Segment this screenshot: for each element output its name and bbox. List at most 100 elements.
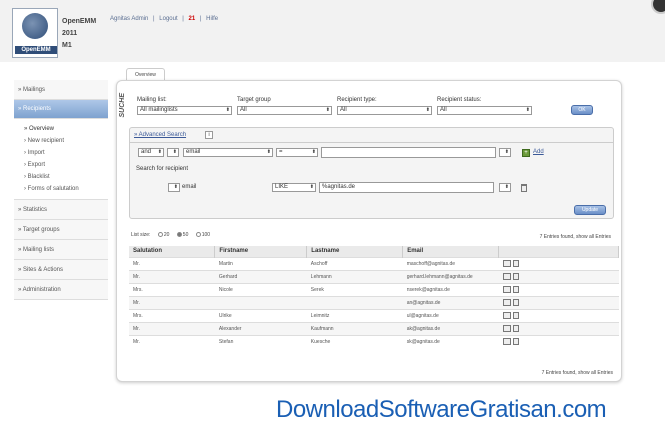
table-row[interactable]: Mr. Gerhard Lehmann gerhard.lehmann@agni…: [129, 269, 619, 283]
help-icon[interactable]: i: [205, 131, 213, 139]
recipient-status-label: Recipient status:: [437, 97, 482, 103]
sidebar-item-target-groups[interactable]: » Target groups: [14, 220, 108, 240]
user-link[interactable]: Agnitas Admin: [110, 16, 148, 22]
edit-icon[interactable]: [502, 312, 511, 319]
edit-icon[interactable]: [502, 286, 511, 293]
list-size-radio-50[interactable]: [176, 232, 182, 238]
subitem-forms-of-salutation[interactable]: › Forms of salutation: [14, 183, 108, 195]
delete-icon[interactable]: [512, 325, 519, 332]
table-row[interactable]: Mr. Stefan Kuesche sk@agnitas.de: [129, 334, 619, 348]
table-row[interactable]: Mrs. Nicole Serek nserek@agnitas.de: [129, 282, 619, 296]
edit-icon[interactable]: [502, 260, 511, 267]
delete-icon[interactable]: [512, 312, 519, 319]
cell-salutation: Mrs.: [129, 282, 215, 296]
sidebar-item-administration[interactable]: » Administration: [14, 280, 108, 300]
edit-icon[interactable]: [502, 338, 511, 346]
target-group-select[interactable]: All ⬍: [237, 106, 332, 115]
recipient-status-select[interactable]: All ⬍: [437, 106, 532, 115]
recipients-submenu: » Overview › New recipient › Import › Ex…: [14, 119, 108, 200]
cell-actions: [498, 282, 619, 296]
edit-icon[interactable]: [502, 273, 511, 280]
sidebar-item-recipients[interactable]: » Recipients: [14, 100, 108, 119]
chevron-down-icon: ⬍: [504, 184, 509, 190]
subitem-blacklist[interactable]: › Blacklist: [14, 171, 108, 183]
edit-icon[interactable]: [502, 325, 511, 332]
recipient-type-select[interactable]: All ⬍: [337, 106, 432, 115]
delete-icon[interactable]: [512, 338, 519, 346]
openemm-logo[interactable]: OpenEMM: [12, 8, 58, 58]
separator: |: [182, 16, 184, 22]
entries-summary-bottom[interactable]: 7 Entries found, show all Entries: [542, 370, 613, 376]
cell-salutation: Mr.: [129, 321, 215, 335]
cell-firstname: Martin: [214, 256, 307, 270]
list-size-radio-20[interactable]: [157, 232, 163, 238]
cell-lastname: Serek: [306, 282, 403, 296]
mailing-list-select[interactable]: All mailinglists ⬍: [137, 106, 232, 115]
cell-email: nserek@agnitas.de: [402, 282, 499, 296]
recipients-table: Salutation Firstname Lastname Email Mr. …: [129, 246, 619, 348]
sidebar-item-statistics[interactable]: » Statistics: [14, 200, 108, 220]
table-row[interactable]: Mr. Martin Aschoff maschoff@agnitas.de: [129, 256, 619, 270]
edit-icon[interactable]: [502, 299, 511, 306]
cell-actions: [498, 321, 619, 335]
cell-lastname: Leimnitz: [306, 308, 403, 322]
cell-firstname: Nicole: [214, 282, 307, 296]
chevron-down-icon: ⬍: [157, 149, 162, 155]
table-row[interactable]: Mr. Alexander Kaufmann ak@agnitas.de: [129, 321, 619, 335]
criteria-input[interactable]: [321, 147, 496, 158]
app-name-line2: 2011: [62, 30, 78, 37]
main-panel: SUCHE Mailing list: All mailinglists ⬍ T…: [116, 80, 622, 382]
column-firstname[interactable]: Firstname: [214, 246, 308, 257]
add-icon[interactable]: +: [522, 149, 530, 157]
delete-icon[interactable]: [512, 299, 519, 306]
table-row[interactable]: Mrs. Ulrike Leimnitz ul@agnitas.de: [129, 308, 619, 322]
cell-lastname: Aschoff: [306, 256, 403, 270]
closing-bracket-select[interactable]: ⬍: [499, 148, 511, 157]
app-name: OpenEMM 2011 M1: [62, 16, 96, 52]
column-lastname[interactable]: Lastname: [306, 246, 404, 257]
subitem-new-recipient[interactable]: › New recipient: [14, 135, 108, 147]
bracket-select[interactable]: ⬍: [167, 148, 179, 157]
delete-icon[interactable]: [512, 273, 519, 280]
list-size-radio-100[interactable]: [195, 232, 201, 238]
update-button[interactable]: Update: [574, 205, 606, 215]
field-select[interactable]: email ⬍: [183, 148, 273, 157]
subitem-overview[interactable]: » Overview: [14, 123, 108, 135]
column-salutation[interactable]: Salutation: [129, 246, 216, 257]
row-bracket-select[interactable]: ⬍: [168, 183, 180, 192]
row-closing-bracket-select[interactable]: ⬍: [499, 183, 511, 192]
subitem-import[interactable]: › Import: [14, 147, 108, 159]
cell-firstname: Ulrike: [214, 308, 307, 322]
cell-actions: [498, 334, 619, 348]
row-comparator-value: LIKE: [275, 184, 289, 190]
advanced-search-toggle[interactable]: » Advanced Search: [134, 132, 186, 138]
sidebar-item-mailing-lists[interactable]: » Mailing lists: [14, 240, 108, 260]
cell-email: an@agnitas.de: [402, 295, 499, 309]
separator: |: [153, 16, 155, 22]
cell-salutation: Mrs.: [129, 308, 215, 322]
search-section-label: SUCHE: [119, 93, 126, 118]
logic-operator-select[interactable]: and ⬍: [138, 148, 164, 157]
help-link[interactable]: Hilfe: [206, 16, 218, 22]
sidebar-item-mailings[interactable]: » Mailings: [14, 80, 108, 100]
chevron-down-icon: ⬍: [325, 107, 330, 113]
table-row[interactable]: Mr. an@agnitas.de: [129, 295, 619, 309]
logout-link[interactable]: Logout: [159, 16, 177, 22]
field-value: email: [186, 149, 201, 155]
comparator-select[interactable]: = ⬍: [276, 148, 318, 157]
ok-button[interactable]: OK: [571, 105, 593, 115]
delete-icon[interactable]: [521, 184, 527, 192]
row-comparator-select[interactable]: LIKE ⬍: [272, 183, 316, 192]
cell-firstname: [214, 295, 307, 309]
column-email[interactable]: Email: [402, 246, 500, 257]
entries-summary[interactable]: 7 Entries found, show all Entries: [540, 234, 611, 240]
chevron-down-icon: ⬍: [525, 107, 530, 113]
row-value-input[interactable]: %agnitas.de: [319, 182, 494, 193]
subitem-export[interactable]: › Export: [14, 159, 108, 171]
delete-icon[interactable]: [512, 260, 519, 267]
add-link[interactable]: Add: [533, 149, 544, 155]
logo-mark-icon: [22, 13, 48, 39]
delete-icon[interactable]: [512, 286, 519, 293]
sidebar-item-sites-actions[interactable]: » Sites & Actions: [14, 260, 108, 280]
cell-email: maschoff@agnitas.de: [402, 256, 499, 270]
